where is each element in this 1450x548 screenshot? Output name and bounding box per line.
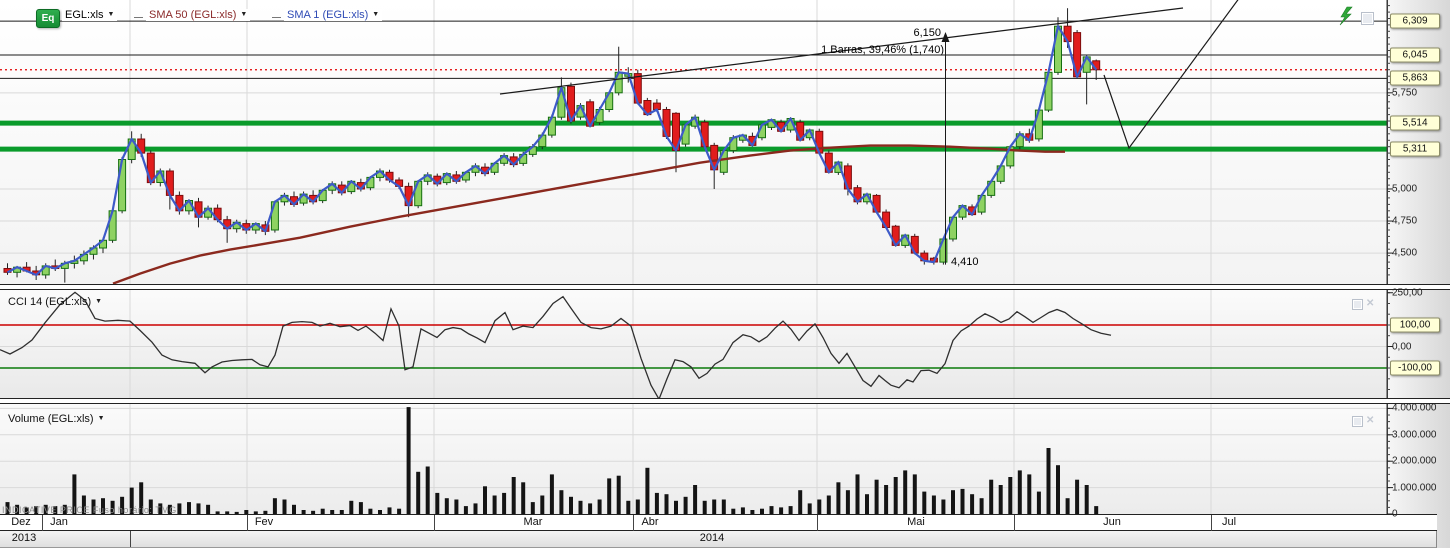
cci-panel-title[interactable]: CCI 14 (EGL:xls) ▼ [8,296,102,308]
month-label: Jul [1221,516,1237,528]
year-label: 2014 [699,532,725,544]
month-divider [42,515,43,531]
panel-separator[interactable] [0,398,1450,404]
swing-low-label: 4,410 [951,256,979,268]
line-sample [272,17,281,18]
price-level-badge[interactable]: 5,863 [1390,70,1440,86]
year-label: 2013 [11,532,37,544]
chevron-down-icon[interactable]: ▼ [240,11,247,18]
chevron-down-icon[interactable]: ▼ [98,415,105,422]
month-label: Mai [907,516,925,528]
symbol-dropdown[interactable]: EGL:xls ▼ [62,9,118,21]
price-level-badge[interactable]: 5,514 [1390,115,1440,131]
sma1-dropdown[interactable]: SMA 1 (EGL:xls) ▼ [284,9,383,21]
volume-tick-label: 3.000.000 [1392,429,1437,441]
sma50-line [112,144,1065,284]
sma50-dropdown[interactable]: SMA 50 (EGL:xls) ▼ [146,9,251,21]
target-price-label: 6,150 [913,27,941,39]
month-label: Fev [254,516,274,528]
price-level-badge[interactable]: 5,311 [1390,141,1440,157]
price-tick-label: 5,000 [1392,183,1418,195]
month-divider [817,515,818,531]
cci-series [0,291,1112,398]
measure-tool-label: 1 Barras, 39,46% (1,740) [821,44,944,56]
year-axis: 2013 2014 [0,531,1437,548]
month-label: Mar [523,516,543,528]
alert-flash-icon[interactable] [1334,6,1356,26]
chevron-down-icon[interactable]: ▼ [95,298,102,305]
volume-series [5,407,1099,514]
price-tick-label: 4,750 [1392,215,1418,227]
price-tick-label: 4,500 [1392,247,1418,259]
month-label: Dez [11,516,31,528]
cci-close-icon[interactable]: ✕ [1366,299,1374,309]
cci-level-badge[interactable]: -100,00 [1390,360,1440,376]
price-level-badge[interactable]: 6,309 [1390,13,1440,29]
cci-tick-label: 0,00 [1392,341,1412,352]
month-divider [1211,515,1212,531]
cci-level-badge[interactable]: 100,00 [1390,317,1440,333]
month-divider [633,515,634,531]
line-handle-icon[interactable] [1361,12,1374,25]
cci-minimize-icon[interactable] [1352,299,1363,310]
month-divider [247,515,248,531]
month-label: Jan [50,516,68,528]
month-divider [1014,515,1015,531]
line-sample [134,17,143,18]
volume-tick-label: 0 [1392,508,1398,520]
month-axis: Dez Jan Fev Mar Abr Mai Jun Jul [0,514,1437,531]
chart-canvas[interactable] [0,0,1450,548]
price-level-badge[interactable]: 6,045 [1390,47,1440,63]
year-divider [130,531,131,547]
chevron-down-icon[interactable]: ▼ [372,11,379,18]
symbol-logo-icon: Eq [36,9,60,28]
price-tick-label: 5,750 [1392,87,1418,99]
volume-panel-title[interactable]: Volume (EGL:xls) ▼ [8,413,105,425]
trading-chart-window: Eq EGL:xls ▼ SMA 50 (EGL:xls) ▼ SMA 1 (EGL… [0,0,1450,548]
volume-minimize-icon[interactable] [1352,416,1363,427]
projection-line [1103,0,1239,150]
cci-tick-label: 250,00 [1392,287,1423,299]
volume-tick-label: 1.000.000 [1392,482,1437,494]
month-label: Jun [1103,516,1121,528]
chevron-down-icon[interactable]: ▼ [108,11,115,18]
volume-tick-label: 4.000.000 [1392,402,1437,414]
month-label: Abr [641,516,659,528]
panel-separator[interactable] [0,284,1450,290]
volume-tick-label: 2.000.000 [1392,455,1437,467]
volume-close-icon[interactable]: ✕ [1366,416,1374,426]
month-divider [434,515,435,531]
